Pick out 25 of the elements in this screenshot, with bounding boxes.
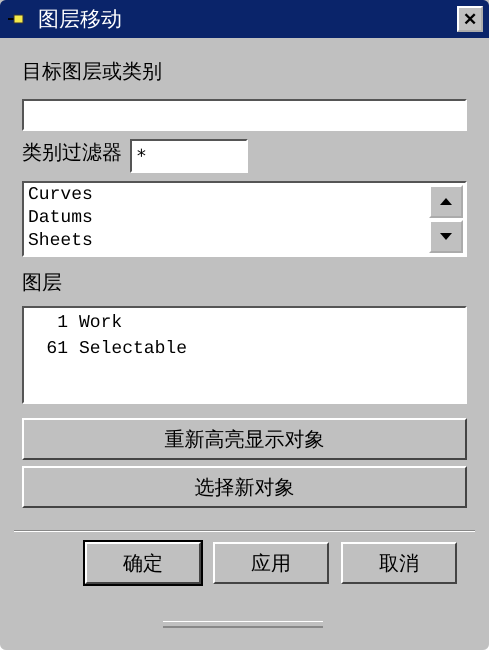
- resize-grip[interactable]: [163, 621, 323, 628]
- down-arrow-icon: [440, 233, 452, 240]
- pin-icon[interactable]: [8, 14, 24, 24]
- dialog-button[interactable]: 确定: [85, 542, 201, 584]
- action-button[interactable]: 选择新对象: [22, 466, 467, 508]
- target-field[interactable]: [22, 99, 467, 131]
- layer-name[interactable]: Work: [79, 310, 122, 336]
- dialog-button[interactable]: 应用: [213, 542, 329, 584]
- up-arrow-icon: [440, 198, 452, 205]
- scroll-up-button[interactable]: [429, 185, 463, 218]
- layer-name[interactable]: Selectable: [79, 336, 188, 362]
- category-item[interactable]: Datums: [28, 207, 423, 230]
- layer-number: 1: [56, 312, 68, 335]
- layer-number: 61: [45, 338, 68, 361]
- action-button[interactable]: 重新高亮显示对象: [22, 418, 467, 460]
- window-title: 图层移动: [38, 6, 123, 33]
- category-item[interactable]: Sheets: [28, 230, 423, 253]
- scroll-down-button[interactable]: [429, 220, 463, 253]
- layers-label: 图层: [22, 269, 62, 296]
- filter-label: 类别过滤器: [22, 139, 122, 166]
- filter-field[interactable]: *: [130, 139, 248, 173]
- close-button[interactable]: ✕: [457, 6, 483, 32]
- dialog-button[interactable]: 取消: [341, 542, 457, 584]
- target-label: 目标图层或类别: [22, 58, 162, 85]
- category-item[interactable]: Curves: [28, 184, 423, 207]
